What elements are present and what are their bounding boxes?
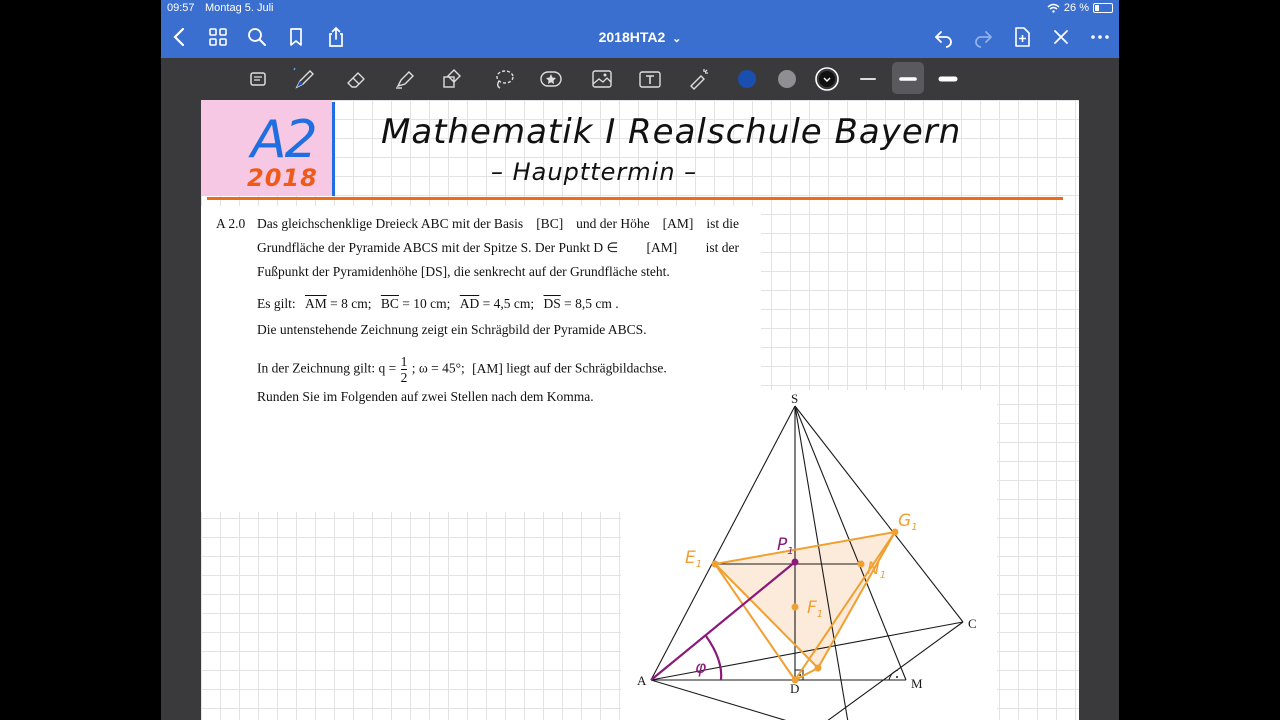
status-bar: 09:57 Montag 5. Juli 26 % [161,0,1119,18]
document-title-text: 2018HTA2 [598,29,666,45]
label-g1: G1 [898,511,918,533]
edge-ab [650,679,787,720]
pen-icon[interactable] [292,66,318,92]
status-right: 26 % [1047,2,1113,14]
ipad-screen: 09:57 Montag 5. Juli 26 % 2018HTA2 ⌄ A2 … [161,0,1119,720]
right-angle-m-dot [896,676,898,678]
lasso-icon[interactable] [491,66,517,92]
image-icon[interactable] [589,66,615,92]
drawing-toolbar [161,58,1119,100]
eraser-icon[interactable] [344,66,370,92]
highlighter-icon[interactable] [392,66,418,92]
redo-icon[interactable] [972,26,994,48]
label-p1: P1 [777,535,794,557]
label-e1: E1 [685,548,702,570]
status-date: Montag 5. Juli [205,2,274,14]
text-box-icon[interactable] [637,66,663,92]
color-swatch-black-selected[interactable] [814,66,840,92]
label-phi: φ [695,658,707,678]
laser-pointer-icon[interactable] [686,66,712,92]
shapes-icon[interactable] [440,66,466,92]
add-page-icon[interactable] [1011,26,1033,48]
status-time: 09:57 [167,2,195,14]
edge-sa [650,405,796,681]
battery-percent: 26 % [1063,2,1089,14]
battery-icon [1093,3,1113,13]
point-p1 [791,558,799,566]
stroke-width-thin[interactable] [855,66,881,92]
chevron-down-icon: ⌄ [672,33,682,45]
wifi-icon [1047,3,1060,13]
navigation-bar: 2018HTA2 ⌄ [161,18,1119,58]
sticker-icon[interactable] [538,66,564,92]
stroke-width-medium[interactable] [895,66,921,92]
label-a: A [637,673,647,688]
reader-icon[interactable] [245,66,271,92]
undo-icon[interactable] [933,26,955,48]
label-d: D [790,681,799,696]
color-swatch-blue[interactable] [734,66,760,92]
color-swatch-gray[interactable] [774,66,800,92]
close-icon[interactable] [1050,26,1072,48]
triangle-e1-f1-g1-fill [715,532,895,668]
pyramid-figure: S A C D M E1 G1 N1 F1 P1 φ [637,391,977,720]
more-icon[interactable] [1089,26,1111,48]
label-n1: N1 [867,559,886,581]
label-m: M [911,676,923,691]
label-s: S [791,391,798,406]
label-c: C [968,616,977,631]
notebook-page[interactable]: A2 2018 Mathematik I Realschule Bayern –… [201,100,1079,720]
stroke-width-thick[interactable] [935,66,961,92]
